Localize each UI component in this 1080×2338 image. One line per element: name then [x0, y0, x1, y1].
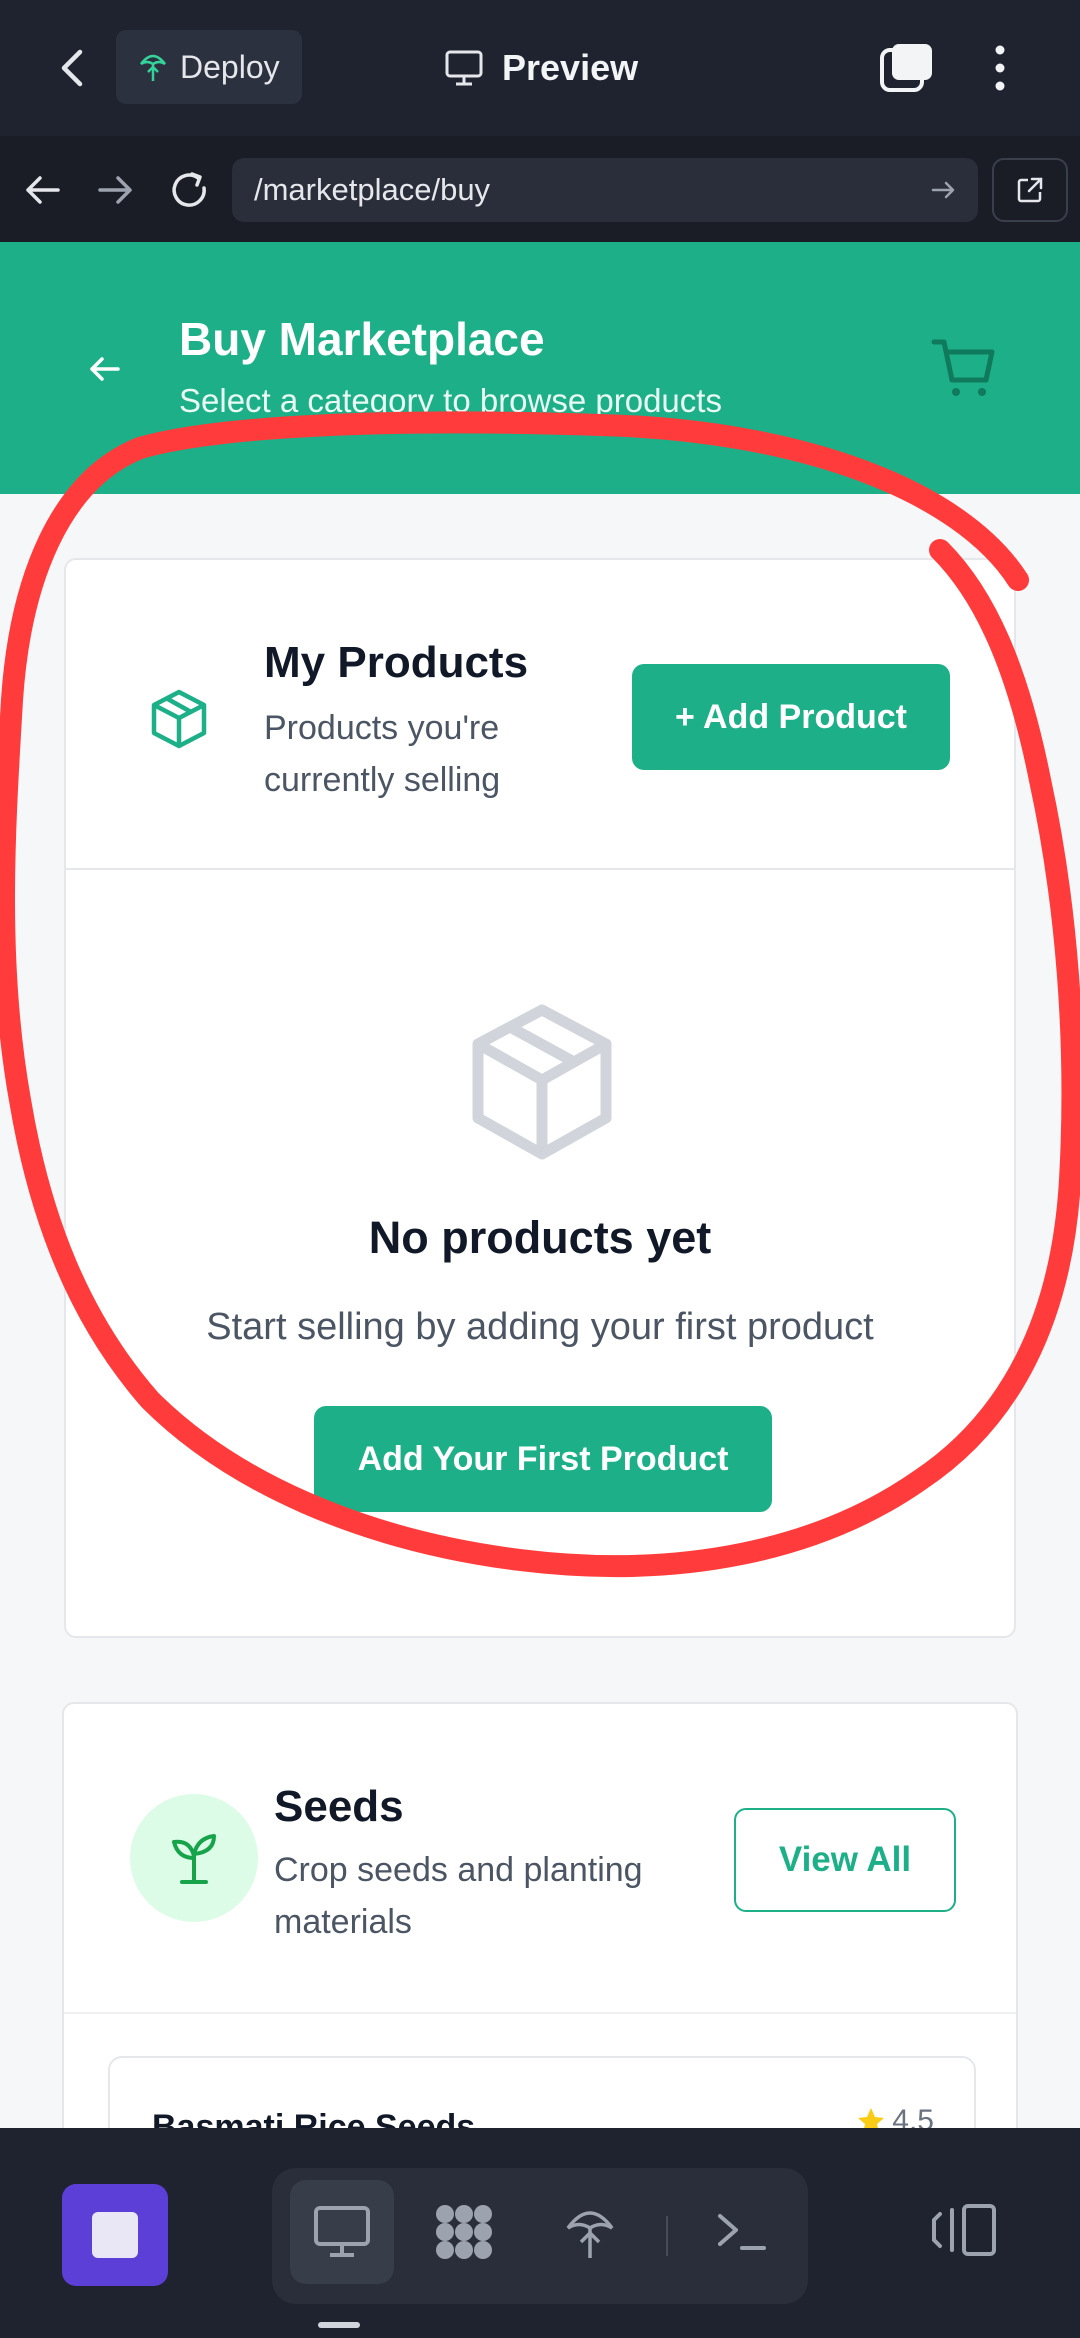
- external-link-button[interactable]: [992, 158, 1068, 222]
- bottom-toolbar: [0, 2128, 1080, 2338]
- my-products-card: My Products Products you're currently se…: [64, 558, 1016, 1638]
- add-product-button[interactable]: + Add Product: [632, 664, 950, 770]
- seeds-header: Seeds Crop seeds and planting materials …: [64, 1704, 1016, 2014]
- header-back-icon[interactable]: [84, 348, 126, 390]
- terminal-icon[interactable]: [690, 2180, 794, 2284]
- page-subtitle: Select a category to browse products: [179, 382, 722, 419]
- deploy-tool-icon[interactable]: [538, 2180, 642, 2284]
- back-icon[interactable]: [50, 40, 98, 96]
- url-text: /marketplace/buy: [254, 172, 491, 207]
- toolbar-divider: [666, 2216, 668, 2256]
- seeds-description: Crop seeds and planting materials: [274, 1851, 643, 1941]
- empty-box-icon: [468, 1002, 616, 1162]
- external-link-icon: [1017, 177, 1043, 203]
- browser-forward-icon[interactable]: [92, 166, 140, 214]
- preview-label: Preview: [502, 47, 639, 88]
- reload-icon[interactable]: [166, 166, 214, 214]
- window-icon[interactable]: [878, 42, 934, 94]
- my-products-title: My Products: [264, 638, 529, 687]
- home-indicator: [318, 2322, 360, 2328]
- app-top-bar: Deploy Preview: [0, 0, 1080, 136]
- browser-nav-bar: /marketplace/buy: [0, 136, 1080, 242]
- deploy-icon: [140, 54, 166, 81]
- stop-button[interactable]: [62, 2184, 168, 2286]
- deploy-label: Deploy: [180, 48, 280, 85]
- monitor-icon: [445, 50, 483, 86]
- go-arrow-icon[interactable]: [928, 174, 960, 206]
- empty-state-description: Start selling by adding your first produ…: [206, 1306, 874, 1348]
- add-first-product-button[interactable]: Add Your First Product: [314, 1406, 772, 1512]
- deploy-button[interactable]: Deploy: [116, 30, 302, 104]
- more-icon[interactable]: [982, 40, 1018, 96]
- tool-switcher: [272, 2168, 808, 2304]
- seeds-title: Seeds: [274, 1782, 404, 1831]
- my-products-header: My Products Products you're currently se…: [66, 560, 1014, 870]
- cart-icon[interactable]: [930, 334, 998, 402]
- my-products-description: Products you're currently selling: [264, 709, 501, 799]
- preview-title: Preview: [444, 40, 638, 96]
- panel-icon[interactable]: [928, 2194, 1000, 2266]
- url-input[interactable]: /marketplace/buy: [232, 158, 978, 222]
- view-all-button[interactable]: View All: [734, 1808, 956, 1912]
- marketplace-header: Buy Marketplace Select a category to bro…: [0, 242, 1080, 494]
- empty-state-title: No products yet: [368, 1212, 712, 1263]
- box-icon: [146, 686, 212, 752]
- monitor-tool-icon[interactable]: [290, 2180, 394, 2284]
- page-title: Buy Marketplace: [179, 313, 545, 365]
- browser-back-icon[interactable]: [18, 166, 66, 214]
- seedling-icon: [130, 1794, 258, 1922]
- workflow-icon[interactable]: [412, 2180, 516, 2284]
